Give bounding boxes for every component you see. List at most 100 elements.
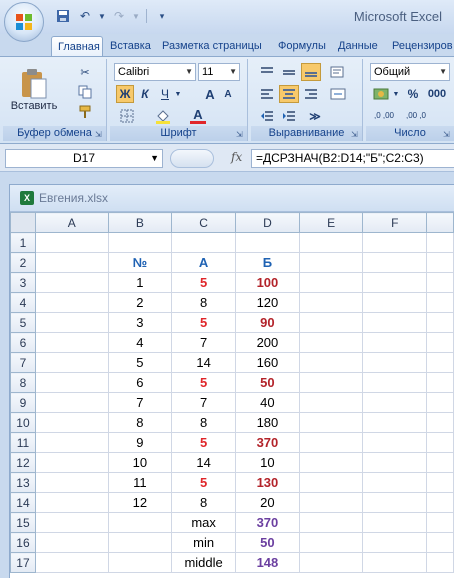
cell[interactable]	[34, 232, 109, 253]
cell[interactable]: 7	[107, 392, 173, 413]
number-format-combo[interactable]: Общий ▼	[370, 63, 450, 81]
cell[interactable]: А	[171, 252, 237, 273]
cell[interactable]: 370	[235, 432, 300, 453]
cell[interactable]	[426, 512, 454, 533]
tab-formulas[interactable]: Формулы	[272, 36, 332, 56]
font-launcher-icon[interactable]: ⇲	[236, 130, 245, 139]
row-header[interactable]: 7	[10, 352, 36, 373]
align-bottom-icon[interactable]	[301, 63, 321, 81]
orientation-icon[interactable]: ≫	[303, 107, 327, 125]
cell[interactable]	[34, 412, 109, 433]
cell[interactable]: 5	[171, 432, 237, 453]
cell[interactable]	[298, 312, 364, 333]
formula-bar-divider[interactable]	[170, 149, 214, 168]
cell[interactable]	[34, 452, 109, 473]
align-middle-icon[interactable]	[279, 63, 299, 81]
cell[interactable]	[298, 512, 364, 533]
row-header[interactable]: 1	[10, 232, 36, 253]
borders-icon[interactable]	[116, 107, 138, 125]
underline-dropdown-icon[interactable]: ▼	[174, 85, 182, 103]
cell[interactable]	[362, 452, 428, 473]
cell[interactable]: 8	[171, 292, 237, 313]
cell[interactable]	[34, 332, 109, 353]
italic-button[interactable]: К	[136, 85, 154, 103]
cell[interactable]	[34, 272, 109, 293]
cell[interactable]	[298, 332, 364, 353]
cell[interactable]	[34, 552, 109, 573]
cell[interactable]	[362, 312, 428, 333]
cell[interactable]	[298, 432, 364, 453]
cell[interactable]: 148	[235, 552, 300, 573]
cell[interactable]: 12	[107, 492, 173, 513]
cell[interactable]: 120	[235, 292, 300, 313]
column-header[interactable]: B	[107, 212, 173, 233]
cell[interactable]: 7	[171, 392, 237, 413]
cell[interactable]	[107, 552, 173, 573]
cell[interactable]: 5	[107, 352, 173, 373]
row-header[interactable]: 8	[10, 372, 36, 393]
cell[interactable]: 40	[235, 392, 300, 413]
cell[interactable]	[362, 412, 428, 433]
cell[interactable]	[298, 412, 364, 433]
cell[interactable]	[426, 312, 454, 333]
cell[interactable]	[34, 392, 109, 413]
increase-indent-icon[interactable]	[279, 107, 299, 125]
cell[interactable]	[171, 232, 237, 253]
cell[interactable]	[107, 512, 173, 533]
cell[interactable]	[362, 432, 428, 453]
tab-home[interactable]: Главная	[51, 36, 103, 56]
cell[interactable]	[426, 392, 454, 413]
column-header-extra[interactable]	[426, 212, 454, 233]
cell[interactable]	[362, 232, 428, 253]
cell[interactable]	[362, 252, 428, 273]
percent-button[interactable]: %	[404, 85, 422, 103]
cell[interactable]	[426, 432, 454, 453]
cell[interactable]: Б	[235, 252, 300, 273]
merge-center-icon[interactable]	[327, 85, 349, 103]
column-header[interactable]: C	[171, 212, 237, 233]
cell[interactable]: max	[171, 512, 237, 533]
cell[interactable]: 5	[171, 272, 237, 293]
column-header[interactable]: E	[298, 212, 364, 233]
cell[interactable]	[362, 392, 428, 413]
cell[interactable]: 2	[107, 292, 173, 313]
align-left-icon[interactable]	[257, 85, 277, 103]
clipboard-launcher-icon[interactable]: ⇲	[95, 130, 104, 139]
row-header[interactable]: 12	[10, 452, 36, 473]
cell[interactable]: 4	[107, 332, 173, 353]
formula-input[interactable]: =ДСРЗНАЧ(B2:D14;"Б";C2:C3)	[251, 149, 454, 168]
cell[interactable]	[34, 312, 109, 333]
decrease-decimal-button[interactable]: ,00 ,0	[402, 107, 430, 125]
undo-icon[interactable]: ↶	[76, 7, 94, 25]
format-painter-icon[interactable]	[75, 103, 95, 121]
cell[interactable]: 5	[171, 372, 237, 393]
cell[interactable]: 11	[107, 472, 173, 493]
cell[interactable]	[298, 252, 364, 273]
row-header[interactable]: 9	[10, 392, 36, 413]
cell[interactable]	[34, 352, 109, 373]
cell[interactable]: 1	[107, 272, 173, 293]
cut-icon[interactable]: ✂	[75, 63, 95, 81]
align-right-icon[interactable]	[301, 85, 321, 103]
cell[interactable]: 50	[235, 372, 300, 393]
row-header[interactable]: 14	[10, 492, 36, 513]
align-center-icon[interactable]	[279, 85, 299, 103]
cell[interactable]	[235, 232, 300, 253]
cell[interactable]: 7	[171, 332, 237, 353]
cell[interactable]	[426, 532, 454, 553]
cell[interactable]	[298, 292, 364, 313]
cell[interactable]	[34, 252, 109, 273]
cell[interactable]: 10	[107, 452, 173, 473]
cell[interactable]	[362, 492, 428, 513]
cell[interactable]	[298, 472, 364, 493]
underline-button[interactable]: Ч	[156, 85, 174, 103]
currency-dropdown-icon[interactable]: ▼	[392, 85, 400, 103]
cell[interactable]	[298, 552, 364, 573]
bold-button[interactable]: Ж	[116, 85, 134, 103]
cell[interactable]	[426, 492, 454, 513]
cell[interactable]	[426, 332, 454, 353]
cell[interactable]	[34, 472, 109, 493]
paste-button[interactable]: Вставить	[11, 63, 57, 117]
cell[interactable]	[34, 372, 109, 393]
row-header[interactable]: 10	[10, 412, 36, 433]
